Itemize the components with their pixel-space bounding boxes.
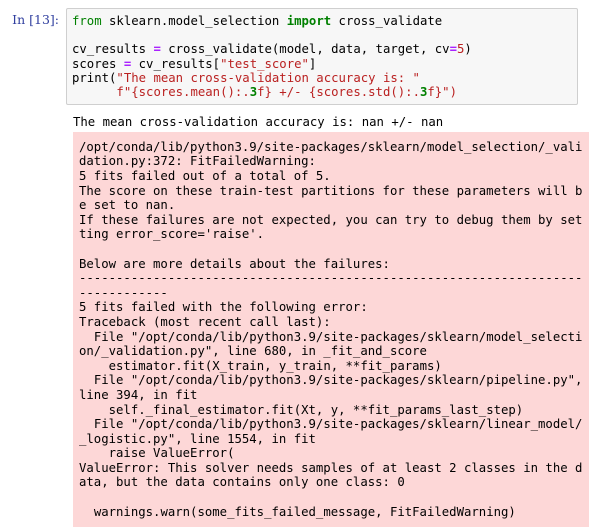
code-cell[interactable]: In [13]: from sklearn.model_selection im… — [0, 0, 589, 106]
token-keyword-import: import — [286, 14, 332, 28]
token-module-path: sklearn.model_selection — [101, 14, 287, 28]
token-close-bracket: ] — [308, 56, 317, 71]
token-kwarg-assign-op: = — [449, 42, 457, 57]
token-fstring-close: f}") — [427, 85, 457, 100]
token-index-expr: cv_results[ — [131, 56, 221, 71]
source-code[interactable]: from sklearn.model_selection import cros… — [72, 14, 573, 99]
stderr-output-box: /opt/conda/lib/python3.9/site-packages/s… — [73, 131, 589, 527]
token-keyword-from: from — [72, 14, 102, 28]
token-string-message: "The mean cross-validation accuracy is: … — [116, 70, 420, 85]
token-close-paren: ) — [464, 42, 472, 57]
token-assign-op-1: = — [153, 42, 161, 57]
token-call-cross-validate: cross_validate(model, data, target, cv — [160, 42, 450, 57]
token-string-test-score: "test_score" — [220, 56, 309, 71]
token-fn-print: print( — [72, 70, 117, 85]
token-fstring-precision-1: 3 — [249, 85, 258, 100]
stdout-text: The mean cross-validation accuracy is: n… — [73, 115, 444, 130]
code-editor-box[interactable]: from sklearn.model_selection import cros… — [66, 8, 578, 106]
code-input-area[interactable]: from sklearn.model_selection import cros… — [66, 8, 589, 106]
token-var-cv-results: cv_results — [72, 42, 154, 57]
token-var-scores: scores — [72, 56, 124, 71]
input-prompt-label: In [13]: — [12, 12, 59, 27]
token-fstring-mid: f} +/- {scores.std():. — [257, 85, 420, 100]
token-imported-name: cross_validate — [331, 14, 443, 28]
notebook-cell-container: In [13]: from sklearn.model_selection im… — [0, 0, 589, 527]
stdout-output-wrapper: The mean cross-validation accuracy is: n… — [73, 105, 578, 132]
token-fstring-open: f"{scores.mean():. — [116, 85, 250, 100]
stderr-text: /opt/conda/lib/python3.9/site-packages/s… — [79, 139, 583, 519]
